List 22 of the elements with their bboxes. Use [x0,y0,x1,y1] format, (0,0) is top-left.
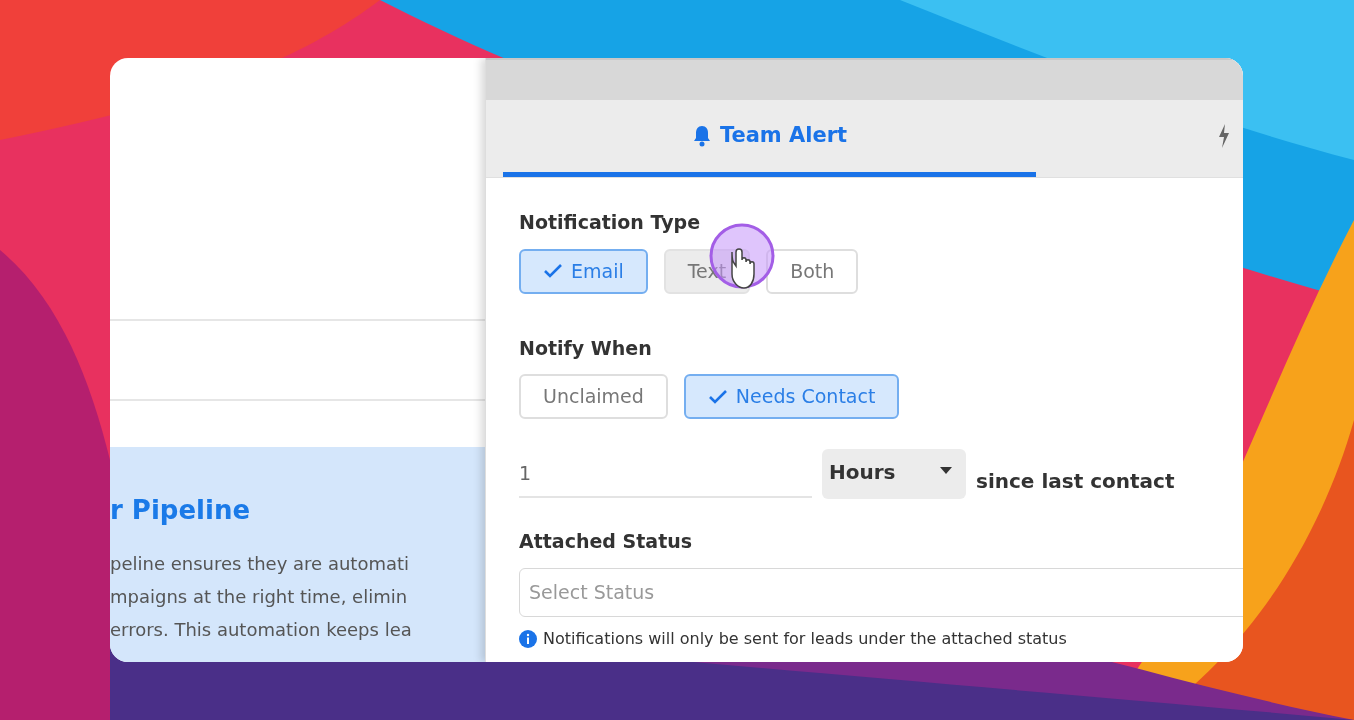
option-button[interactable]: Unclaimed [519,374,668,419]
bell-icon [691,125,712,147]
section-label: Notify When [519,335,653,361]
caret-icon [940,467,952,474]
lightning-icon [1219,124,1229,148]
note-text: Notifications will only be sent for leads under the attached status [543,627,1067,650]
check-icon [707,388,728,405]
panel-text: peline ensures they are automati [110,552,411,576]
suffix-text: since last contact [976,468,1175,495]
option-button[interactable]: Both [766,248,859,294]
info-icon [519,629,537,648]
number-field[interactable]: 1 [519,450,812,498]
option-button[interactable]: Needs Contact [683,374,900,419]
panel-text: errors. This automation keeps lea [110,618,413,642]
section-label: Attached Status [519,529,694,554]
status-select-field[interactable]: Select Status [519,567,1243,617]
panel-text: mpaigns at the right time, elimin [110,585,409,609]
option-button[interactable]: Email [519,248,648,294]
panel-heading: r Pipeline [110,497,252,523]
section-label: Notification Type [519,210,702,235]
check-icon [543,263,563,279]
unit-dropdown[interactable]: Hours [822,449,966,499]
